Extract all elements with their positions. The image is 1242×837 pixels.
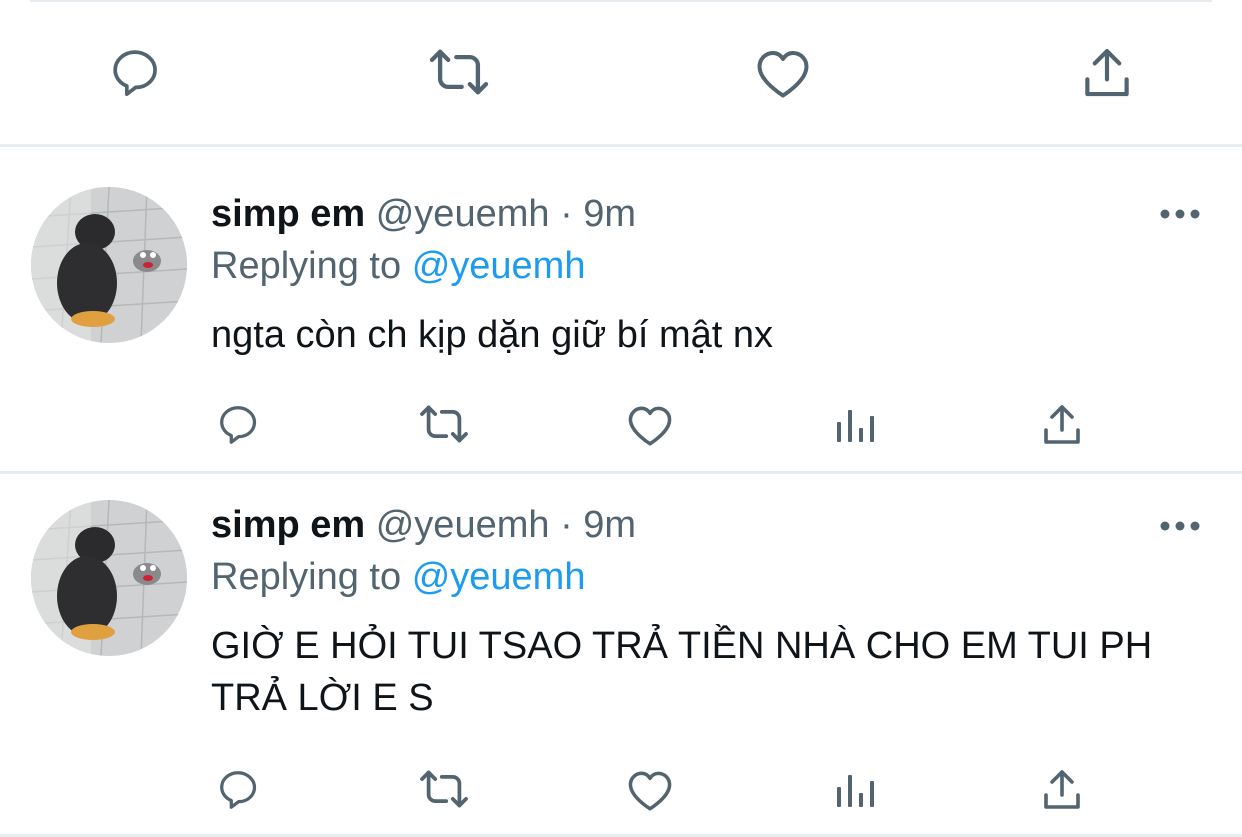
analytics-icon[interactable]	[834, 405, 878, 445]
separator: ·	[560, 193, 573, 235]
replying-prefix: Replying to	[211, 245, 402, 287]
like-icon[interactable]	[624, 401, 676, 449]
display-name[interactable]: simp em	[211, 193, 365, 235]
prev-tweet-action-bar	[0, 40, 1242, 104]
avatar[interactable]	[31, 500, 187, 656]
tweet-text: ngta còn ch kịp dặn giữ bí mật nx	[211, 314, 773, 356]
handle[interactable]: @yeuemh	[376, 193, 550, 235]
top-divider	[30, 0, 1212, 2]
more-options-icon[interactable]	[1158, 518, 1202, 534]
tweet[interactable]: simp em @yeuemh · 9m Replying to @yeuemh…	[0, 147, 1242, 471]
separator: ·	[560, 504, 573, 546]
tweet-header: simp em @yeuemh · 9m	[211, 191, 636, 237]
display-name[interactable]: simp em	[211, 504, 365, 546]
tweet-header: simp em @yeuemh · 9m	[211, 502, 636, 548]
share-icon[interactable]	[1040, 401, 1084, 447]
replying-to: Replying to @yeuemh	[211, 243, 585, 289]
tweet-text: GIỜ E HỎI TUI TSAO TRẢ TIỀN NHÀ CHO EM T…	[211, 625, 1153, 719]
like-icon[interactable]	[624, 766, 676, 814]
timestamp[interactable]: 9m	[583, 193, 636, 235]
replying-to: Replying to @yeuemh	[211, 554, 585, 600]
share-icon[interactable]	[1040, 766, 1084, 812]
reply-icon[interactable]	[104, 42, 166, 102]
handle[interactable]: @yeuemh	[376, 504, 550, 546]
replying-handle-link[interactable]: @yeuemh	[412, 556, 586, 598]
avatar[interactable]	[31, 187, 187, 343]
like-icon[interactable]	[752, 44, 814, 102]
more-options-icon[interactable]	[1158, 206, 1202, 222]
share-icon[interactable]	[1080, 44, 1134, 100]
reply-icon[interactable]	[212, 764, 264, 814]
replying-handle-link[interactable]: @yeuemh	[412, 245, 586, 287]
replying-prefix: Replying to	[211, 556, 402, 598]
analytics-icon[interactable]	[834, 770, 878, 810]
retweet-icon[interactable]	[414, 401, 474, 447]
timestamp[interactable]: 9m	[583, 504, 636, 546]
retweet-icon[interactable]	[414, 766, 474, 812]
tweet[interactable]: simp em @yeuemh · 9m Replying to @yeuemh…	[0, 474, 1242, 837]
retweet-icon[interactable]	[424, 44, 494, 100]
reply-icon[interactable]	[212, 399, 264, 449]
